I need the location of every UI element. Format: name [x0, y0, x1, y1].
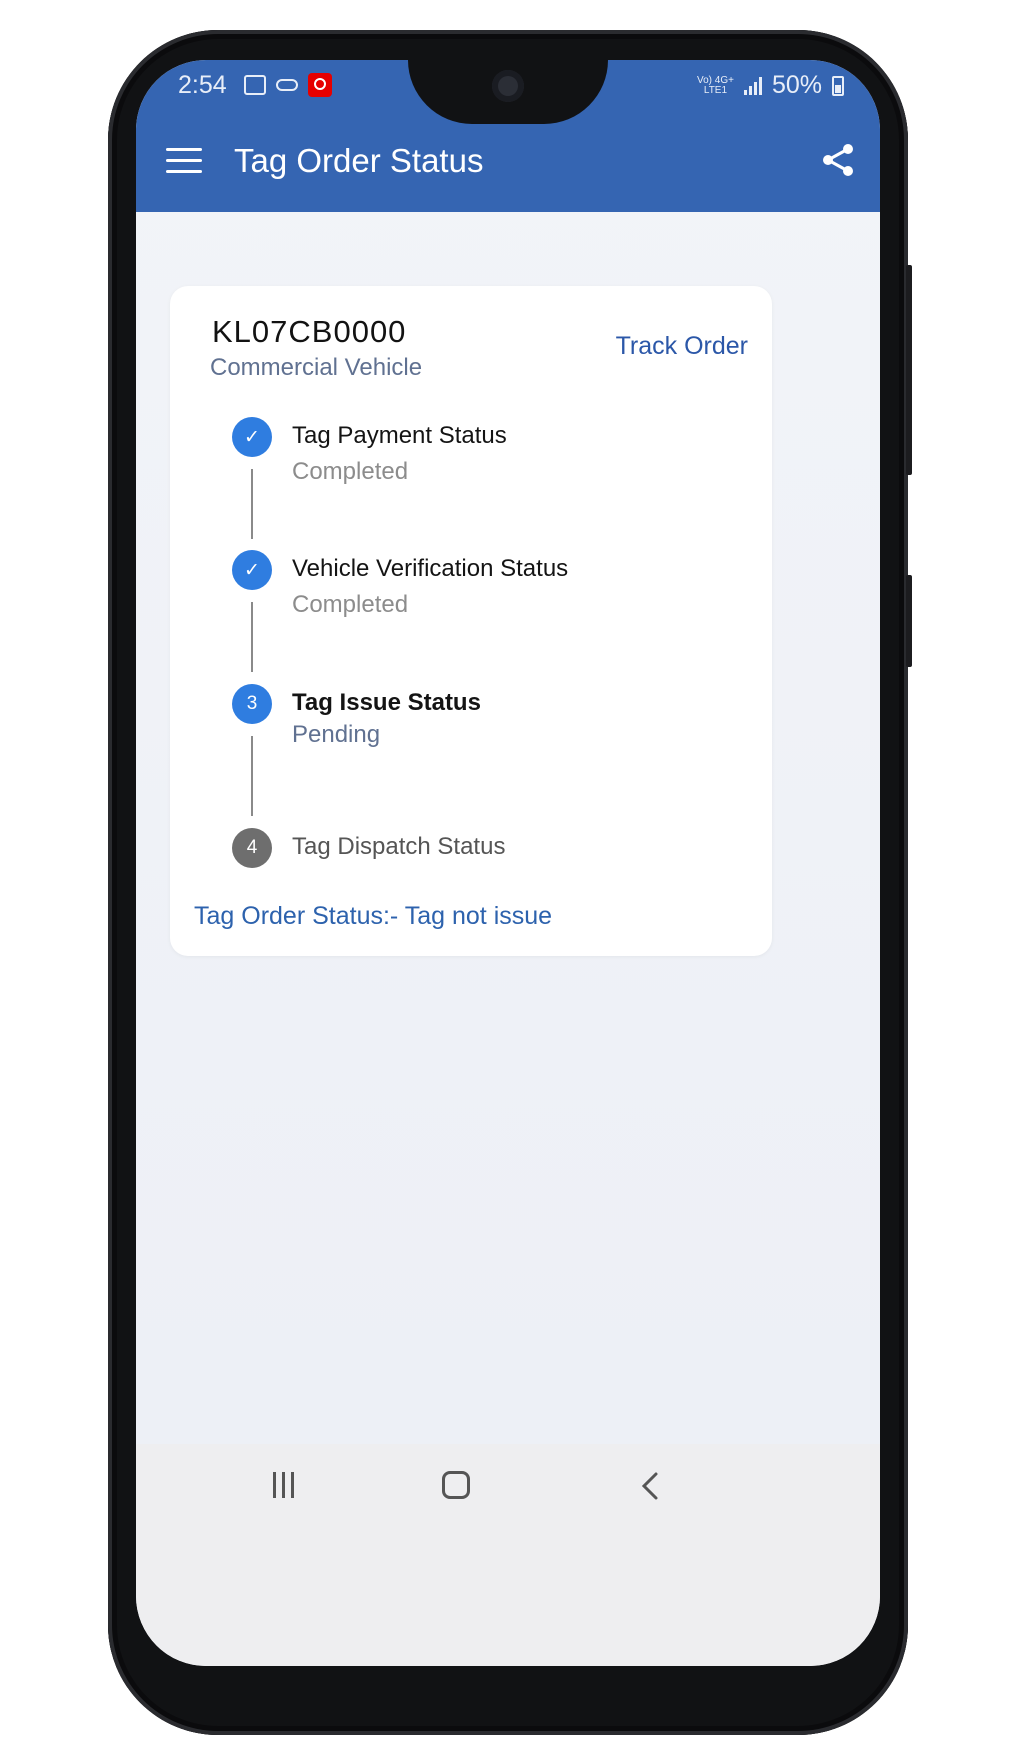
phone-screen: 2:54 Vo) 4G+ LTE1 50% Tag Order Status K…	[136, 60, 880, 1666]
page-title: Tag Order Status	[234, 142, 484, 179]
track-order-link[interactable]: Track Order	[616, 332, 748, 361]
power-button	[906, 575, 912, 667]
link-notification-icon	[276, 79, 298, 91]
volume-button	[906, 265, 912, 475]
step-1-check-icon: ✓	[232, 417, 272, 457]
front-camera	[492, 70, 524, 102]
step-3-number-badge: 3	[232, 684, 272, 724]
signal-icon	[743, 76, 762, 95]
step-2-check-icon: ✓	[232, 550, 272, 590]
step-1-title: Tag Payment Status	[292, 422, 507, 449]
step-connector	[251, 469, 253, 539]
home-icon[interactable]	[442, 1471, 470, 1499]
battery-icon	[832, 75, 844, 96]
step-2-title: Vehicle Verification Status	[292, 555, 569, 582]
network-indicator: Vo) 4G+ LTE1	[696, 74, 734, 96]
vehicle-plate-number: KL07CB0000	[212, 314, 407, 349]
status-time: 2:54	[178, 71, 227, 99]
step-1-status: Completed	[292, 458, 409, 485]
order-status-card: KL07CB0000 Commercial Vehicle Track Orde…	[170, 286, 772, 956]
battery-percentage: 50%	[771, 71, 822, 99]
order-status-summary: Tag Order Status:- Tag not issue	[194, 902, 553, 930]
app-bar: Tag Order Status	[136, 112, 880, 212]
step-connector	[251, 602, 253, 672]
gallery-notification-icon	[244, 75, 266, 95]
network-bottom-label: LTE1	[703, 84, 728, 96]
share-icon[interactable]	[818, 140, 858, 180]
step-4-title: Tag Dispatch Status	[292, 833, 506, 860]
network-top-label: Vo) 4G+	[696, 74, 734, 86]
step-connector	[251, 736, 253, 816]
recents-icon[interactable]	[273, 1472, 299, 1498]
step-2-status: Completed	[292, 591, 409, 618]
step-3-title: Tag Issue Status	[292, 689, 481, 716]
hamburger-menu-icon[interactable]	[166, 148, 202, 174]
system-nav-bar	[136, 1444, 880, 1666]
step-3-status: Pending	[292, 721, 381, 748]
vodafone-notification-icon	[308, 73, 332, 97]
back-icon[interactable]	[636, 1470, 666, 1502]
step-4-number-badge: 4	[232, 828, 272, 868]
vehicle-type: Commercial Vehicle	[210, 354, 423, 381]
